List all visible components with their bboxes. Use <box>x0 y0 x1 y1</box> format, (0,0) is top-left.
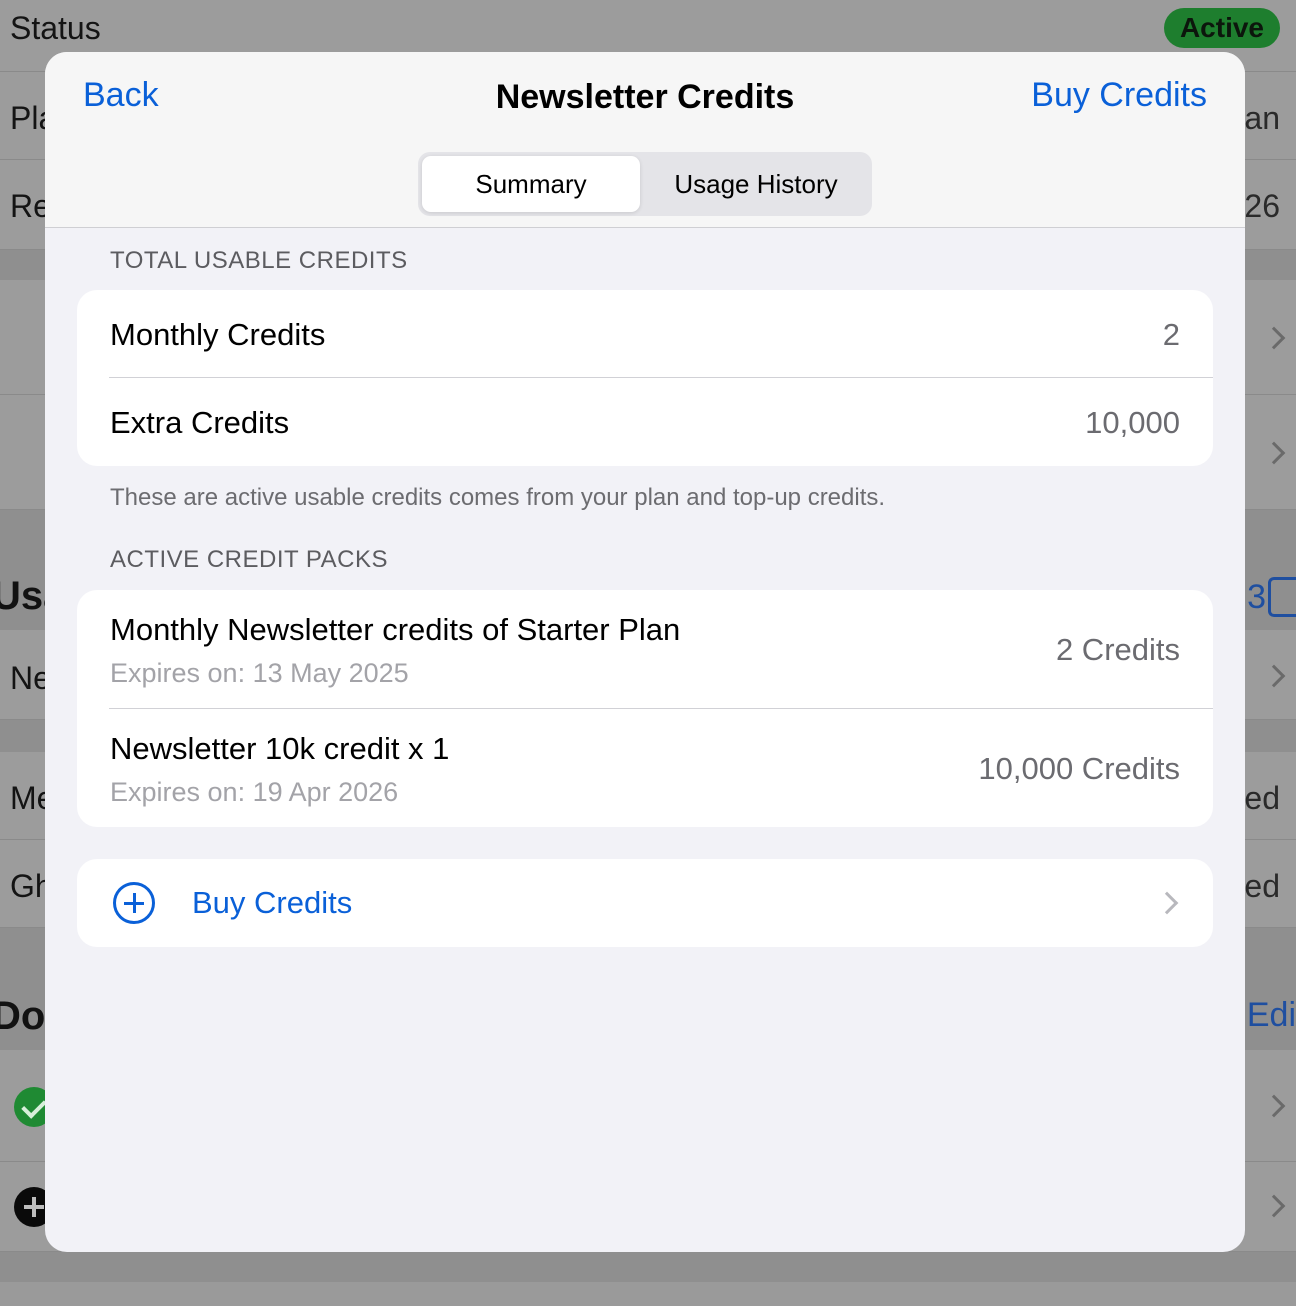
chevron-right-icon <box>1155 891 1179 915</box>
active-packs-card: Monthly Newsletter credits of Starter Pl… <box>77 590 1213 827</box>
calendar-icon <box>1268 577 1296 617</box>
tab-summary[interactable]: Summary <box>422 156 640 212</box>
section-gap <box>0 1252 1296 1282</box>
newsletter-credits-sheet: Back Newsletter Credits Buy Credits Summ… <box>45 52 1245 1252</box>
chevron-right-icon <box>1262 441 1286 465</box>
monthly-credits-value: 2 <box>1162 317 1180 352</box>
monthly-credits-row: Monthly Credits 2 <box>77 290 1213 378</box>
monthly-credits-label: Monthly Credits <box>110 317 326 352</box>
tab-usage-history[interactable]: Usage History <box>644 156 868 212</box>
chevron-right-icon <box>1262 326 1286 350</box>
pack-credits: 10,000 Credits <box>978 751 1180 786</box>
ghost-row-value: ed <box>1244 868 1280 904</box>
usage-date-value: 3 <box>1247 578 1266 616</box>
credit-pack-row: Newsletter 10k credit x 1 Expires on: 19… <box>77 709 1213 827</box>
status-label: Status <box>10 10 101 46</box>
segmented-control: Summary Usage History <box>418 152 872 216</box>
buy-credits-nav-button[interactable]: Buy Credits <box>1031 76 1207 115</box>
buy-credits-row[interactable]: Buy Credits <box>77 859 1213 947</box>
navigation-bar: Back Newsletter Credits Buy Credits Summ… <box>45 52 1245 228</box>
members-row-value: ed <box>1244 780 1280 816</box>
credit-pack-row: Monthly Newsletter credits of Starter Pl… <box>77 590 1213 709</box>
chevron-right-icon <box>1262 664 1286 688</box>
active-packs-header: ACTIVE CREDIT PACKS <box>110 546 388 573</box>
plan-row-value: an <box>1244 100 1280 136</box>
extra-credits-row: Extra Credits 10,000 <box>77 378 1213 466</box>
pack-expiry: Expires on: 13 May 2025 <box>110 658 409 688</box>
total-credits-card: Monthly Credits 2 Extra Credits 10,000 <box>77 290 1213 466</box>
pack-expiry: Expires on: 19 Apr 2026 <box>110 777 399 807</box>
total-credits-header: TOTAL USABLE CREDITS <box>110 247 408 274</box>
plus-circle-icon <box>113 882 155 924</box>
edit-link: Edi <box>1246 996 1296 1034</box>
pack-title: Monthly Newsletter credits of Starter Pl… <box>110 612 681 647</box>
credits-footnote: These are active usable credits comes fr… <box>110 484 886 511</box>
pack-credits: 2 Credits <box>1055 632 1180 667</box>
pack-title: Newsletter 10k credit x 1 <box>110 731 450 766</box>
chevron-right-icon <box>1262 1194 1286 1218</box>
renewal-row-value: 26 <box>1244 188 1280 224</box>
chevron-right-icon <box>1262 1094 1286 1118</box>
extra-credits-value: 10,000 <box>1085 405 1180 440</box>
status-badge: Active <box>1163 8 1280 48</box>
buy-credits-label: Buy Credits <box>192 885 353 920</box>
extra-credits-label: Extra Credits <box>110 405 290 440</box>
